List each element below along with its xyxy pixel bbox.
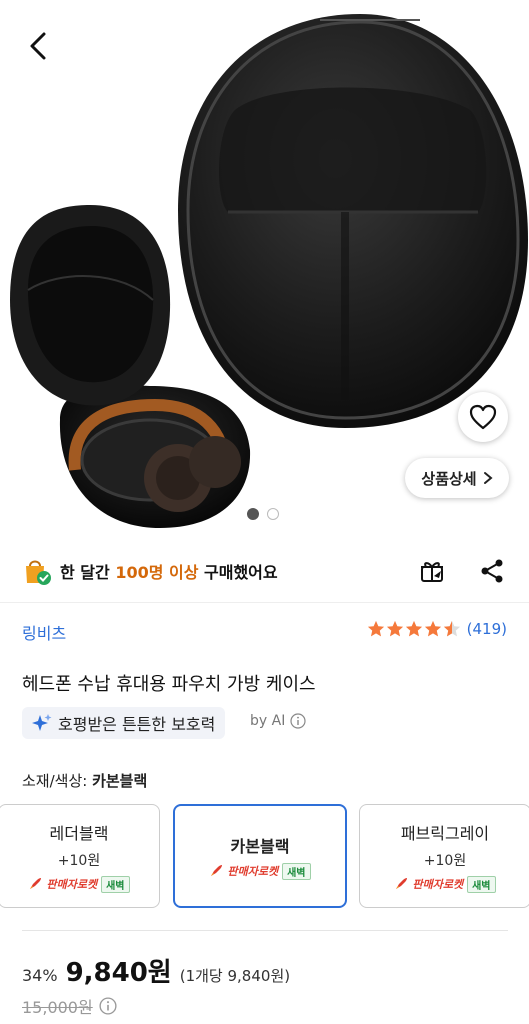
sparkle-icon	[32, 714, 52, 731]
price-divider	[22, 930, 508, 931]
rating-summary[interactable]: (419)	[367, 620, 507, 638]
option-card-fabric-gray[interactable]: 패브릭그레이 +10원 판매자로켓 새벽	[359, 804, 529, 908]
ai-summary-chip[interactable]: 호평받은 튼튼한 보호력	[22, 707, 226, 739]
original-price-row: 15,000원	[22, 994, 117, 1018]
rocket-icon	[396, 878, 408, 889]
seller-rocket-label: 판매자로켓	[227, 865, 279, 878]
purchase-stat-text: 한 달간 100명 이상 구매했어요	[60, 559, 278, 583]
option-card-leather-black[interactable]: 레더블랙 +10원 판매자로켓 새벽	[0, 804, 160, 908]
info-icon[interactable]	[99, 997, 117, 1015]
dawn-delivery-badge: 새벽	[282, 862, 311, 880]
share-button[interactable]	[476, 555, 508, 587]
wishlist-button[interactable]	[458, 392, 508, 442]
product-detail-label: 상품상세	[421, 469, 477, 488]
purchase-stat-prefix: 한 달간	[60, 563, 116, 582]
brand-link[interactable]: 링비츠	[22, 620, 66, 644]
product-detail-button[interactable]: 상품상세	[405, 458, 509, 498]
dawn-delivery-badge: 새벽	[467, 875, 496, 893]
gift-button[interactable]	[416, 555, 448, 587]
back-button[interactable]	[20, 28, 56, 64]
ai-attribution[interactable]: by AI	[250, 713, 306, 729]
ai-attribution-label: by AI	[250, 713, 286, 729]
gift-icon	[421, 562, 443, 582]
rocket-icon	[211, 865, 223, 876]
section-divider	[0, 602, 529, 603]
star-icon	[424, 620, 441, 637]
review-count: (419)	[466, 620, 507, 638]
discount-rate: 34%	[22, 966, 58, 985]
half-star-icon	[443, 620, 460, 637]
info-icon	[290, 713, 306, 729]
option-extra-price: +10원	[423, 852, 467, 869]
star-icon	[367, 620, 384, 637]
shopping-bag-check-icon	[26, 560, 51, 585]
option-card-carbon-black[interactable]: 카본블랙 판매자로켓 새벽	[173, 804, 347, 908]
option-name: 패브릭그레이	[400, 823, 490, 843]
share-icon	[481, 559, 503, 583]
product-title: 헤드폰 수납 휴대용 파우치 가방 케이스	[22, 674, 316, 695]
pagination-dot[interactable]	[267, 508, 279, 520]
unit-price: (1개당 9,840원)	[179, 967, 291, 985]
purchase-stat-highlight: 100명 이상	[115, 563, 199, 582]
seller-rocket-badge: 판매자로켓 새벽	[28, 875, 130, 893]
purchase-stat-row: 한 달간 100명 이상 구매했어요	[22, 553, 508, 589]
star-icon	[386, 620, 403, 637]
seller-rocket-badge: 판매자로켓 새벽	[394, 875, 496, 893]
option-label-prefix: 소재/색상:	[22, 772, 93, 790]
product-image-gallery[interactable]: 상품상세	[0, 0, 529, 540]
option-extra-price: +10원	[57, 852, 101, 869]
option-name: 카본블랙	[230, 836, 290, 856]
original-price: 15,000원	[22, 998, 93, 1017]
rating-stars	[367, 620, 461, 638]
seller-rocket-label: 판매자로켓	[412, 878, 464, 891]
dawn-delivery-badge: 새벽	[101, 875, 130, 893]
rocket-icon	[30, 878, 42, 889]
pagination-dot-active[interactable]	[247, 508, 259, 520]
seller-rocket-label: 판매자로켓	[46, 878, 98, 891]
sale-price: 9,840원	[65, 958, 172, 988]
gallery-pagination	[247, 508, 279, 520]
heart-icon	[469, 404, 497, 430]
price-row: 34% 9,840원 (1개당 9,840원)	[22, 952, 290, 989]
seller-rocket-badge: 판매자로켓 새벽	[209, 862, 311, 880]
star-icon	[405, 620, 422, 637]
option-selected-value: 카본블랙	[92, 772, 148, 790]
chevron-left-icon	[30, 32, 46, 60]
purchase-stat-suffix: 구매했어요	[198, 563, 278, 582]
option-name: 레더블랙	[49, 823, 109, 843]
chevron-right-icon	[483, 472, 493, 484]
ai-summary-text: 호평받은 튼튼한 보호력	[58, 715, 216, 734]
option-label: 소재/색상: 카본블랙	[22, 770, 147, 791]
